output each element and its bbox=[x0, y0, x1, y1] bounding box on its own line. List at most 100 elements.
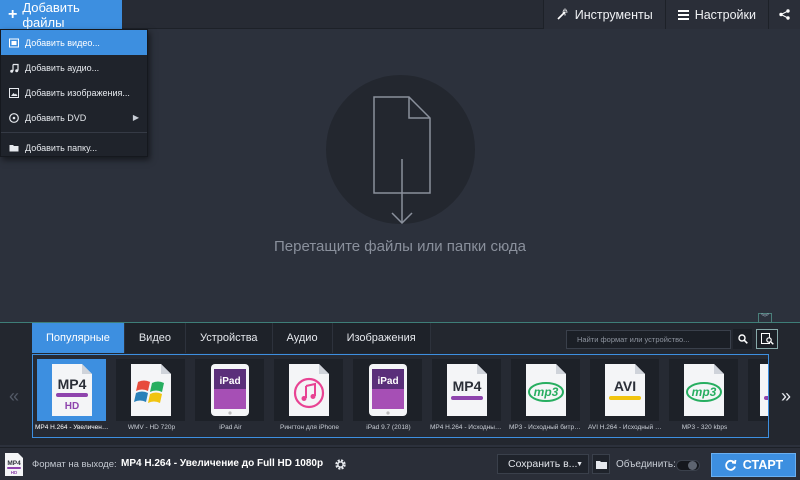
hamburger-icon bbox=[677, 9, 689, 20]
preset-badge: mp3 bbox=[691, 385, 716, 399]
menu-item-label: Добавить видео... bbox=[25, 37, 100, 48]
tools-button[interactable]: Инструменты bbox=[542, 0, 665, 29]
preset-label: M bbox=[746, 424, 768, 431]
top-toolbar: + Добавить файлы Инструменты Настройки bbox=[0, 0, 800, 30]
ipad-icon: iPad bbox=[368, 364, 407, 416]
output-format-value: MP4 H.264 - Увеличение до Full HD 1080p bbox=[121, 458, 324, 469]
menu-item-add-images[interactable]: Добавить изображения... bbox=[1, 80, 147, 105]
preset-item[interactable]: mp3 MP3 - Исходный битрейт bbox=[507, 355, 586, 437]
itunes-icon bbox=[288, 364, 329, 416]
preset-item[interactable]: WMV - HD 720p bbox=[112, 355, 191, 437]
tab-devices[interactable]: Устройства bbox=[185, 323, 273, 353]
settings-label: Настройки bbox=[694, 7, 756, 22]
format-tabs: Популярные Видео Устройства Аудио Изобра… bbox=[32, 323, 431, 353]
svg-text:MP4: MP4 bbox=[7, 460, 21, 467]
preset-label: AVI H.264 - Исходный размер bbox=[588, 424, 663, 431]
folder-icon bbox=[595, 460, 607, 469]
app-window: + Добавить файлы Инструменты Настройки П… bbox=[0, 0, 800, 480]
search-icon bbox=[737, 334, 748, 344]
add-files-button[interactable]: + Добавить файлы bbox=[0, 0, 122, 30]
film-icon bbox=[9, 38, 19, 47]
preset-badge: AVI bbox=[613, 378, 635, 394]
svg-text:HD: HD bbox=[11, 470, 18, 475]
menu-item-add-audio[interactable]: Добавить аудио... bbox=[1, 55, 147, 80]
mp3-icon: mp3 bbox=[525, 364, 566, 416]
menu-item-label: Добавить папку... bbox=[25, 142, 98, 153]
preset-label: iPad Air bbox=[219, 424, 242, 431]
menu-item-add-dvd[interactable]: Добавить DVD ▶ bbox=[1, 105, 147, 130]
preset-item[interactable]: AVI AVI H.264 - Исходный размер bbox=[586, 355, 665, 437]
presets-next-button[interactable]: » bbox=[772, 354, 800, 438]
preset-badge: M bbox=[768, 378, 769, 394]
save-to-label: Сохранить в... bbox=[508, 458, 578, 470]
preset-item[interactable]: Рингтон для iPhone bbox=[270, 355, 349, 437]
menu-item-add-folder[interactable]: Добавить папку... bbox=[1, 135, 147, 160]
preset-thumb bbox=[116, 359, 185, 421]
device-detect-button[interactable] bbox=[756, 329, 778, 349]
menu-item-add-video[interactable]: Добавить видео... bbox=[1, 30, 147, 55]
toggle-knob bbox=[688, 461, 697, 470]
tab-video[interactable]: Видео bbox=[124, 323, 186, 353]
open-folder-button[interactable] bbox=[592, 454, 610, 474]
submenu-arrow-icon: ▶ bbox=[132, 113, 139, 122]
disc-icon bbox=[9, 112, 19, 123]
mp4-hd-icon: MP4 HD bbox=[51, 364, 92, 416]
start-button[interactable]: СТАРТ bbox=[711, 453, 796, 477]
avi-icon: AVI bbox=[604, 364, 645, 416]
file-drop-icon bbox=[373, 96, 431, 225]
preset-badge: MP4 bbox=[57, 376, 86, 392]
preset-thumb bbox=[274, 359, 343, 421]
format-search-input[interactable]: Найти формат или устройство... bbox=[566, 330, 731, 349]
menu-separator bbox=[1, 132, 147, 133]
preset-badge: MP4 bbox=[452, 378, 481, 394]
tab-audio[interactable]: Аудио bbox=[272, 323, 333, 353]
preset-label: iPad 9.7 (2018) bbox=[366, 424, 411, 431]
preset-thumb: mp3 bbox=[511, 359, 580, 421]
preset-item[interactable]: mp3 MP3 - 320 kbps bbox=[665, 355, 744, 437]
preset-badge: mp3 bbox=[533, 385, 558, 399]
presets-list: MP4 HD MP4 H.264 - Увеличение до Full HD … bbox=[33, 355, 769, 437]
tab-popular[interactable]: Популярные bbox=[32, 323, 125, 353]
menu-item-label: Добавить DVD bbox=[25, 112, 87, 123]
preset-badge: iPad bbox=[377, 376, 398, 387]
preset-thumb: iPad bbox=[353, 359, 422, 421]
start-label: СТАРТ bbox=[742, 458, 784, 472]
search-button[interactable] bbox=[733, 329, 752, 349]
preset-thumb: iPad bbox=[195, 359, 264, 421]
collapse-panel-button[interactable]: ︾ bbox=[758, 313, 772, 323]
output-format-label: Формат на выходе: bbox=[32, 459, 117, 470]
merge-toggle[interactable] bbox=[676, 460, 700, 471]
top-right-group: Инструменты Настройки bbox=[542, 0, 800, 29]
device-search-icon bbox=[760, 333, 774, 345]
settings-button[interactable]: Настройки bbox=[664, 0, 768, 29]
preset-thumb: MP4 HD bbox=[37, 359, 106, 421]
tab-images[interactable]: Изображения bbox=[332, 323, 431, 353]
chevron-left-icon: « bbox=[8, 385, 19, 406]
preset-label: MP3 - 320 kbps bbox=[681, 424, 728, 431]
music-note-icon bbox=[10, 63, 19, 73]
presets-strip: MP4 HD MP4 H.264 - Увеличение до Full HD … bbox=[32, 354, 769, 438]
caret-down-icon: ▼ bbox=[576, 460, 583, 468]
preset-item[interactable]: iPad iPad 9.7 (2018) bbox=[349, 355, 428, 437]
plus-icon: + bbox=[8, 5, 18, 23]
preset-badge: iPad bbox=[219, 376, 240, 387]
preset-item[interactable]: MP4 MP4 H.264 - Исходный размер bbox=[428, 355, 507, 437]
share-button[interactable] bbox=[768, 0, 800, 29]
preset-label: MP4 H.264 - Увеличение до Full HD 1080p bbox=[35, 424, 110, 431]
preset-item[interactable]: iPad iPad Air bbox=[191, 355, 270, 437]
gear-icon[interactable] bbox=[334, 458, 347, 471]
mp3-icon: mp3 bbox=[683, 364, 724, 416]
windows-logo-icon bbox=[130, 364, 171, 416]
preset-item[interactable]: MP4 HD MP4 H.264 - Увеличение до Full HD … bbox=[33, 355, 112, 437]
merge-label: Объединить: bbox=[616, 459, 676, 470]
image-icon bbox=[9, 87, 19, 98]
folder-icon bbox=[9, 144, 19, 151]
preset-thumb: MP4 bbox=[432, 359, 501, 421]
mp4-icon: MP4 bbox=[446, 364, 487, 416]
presets-prev-button[interactable]: « bbox=[0, 354, 28, 438]
preset-item[interactable]: M M bbox=[744, 355, 769, 437]
chevron-right-icon: » bbox=[780, 385, 791, 406]
preset-thumb: AVI bbox=[590, 359, 659, 421]
add-files-label: Добавить файлы bbox=[22, 0, 80, 30]
save-to-dropdown[interactable]: Сохранить в... ▼ bbox=[497, 454, 589, 474]
